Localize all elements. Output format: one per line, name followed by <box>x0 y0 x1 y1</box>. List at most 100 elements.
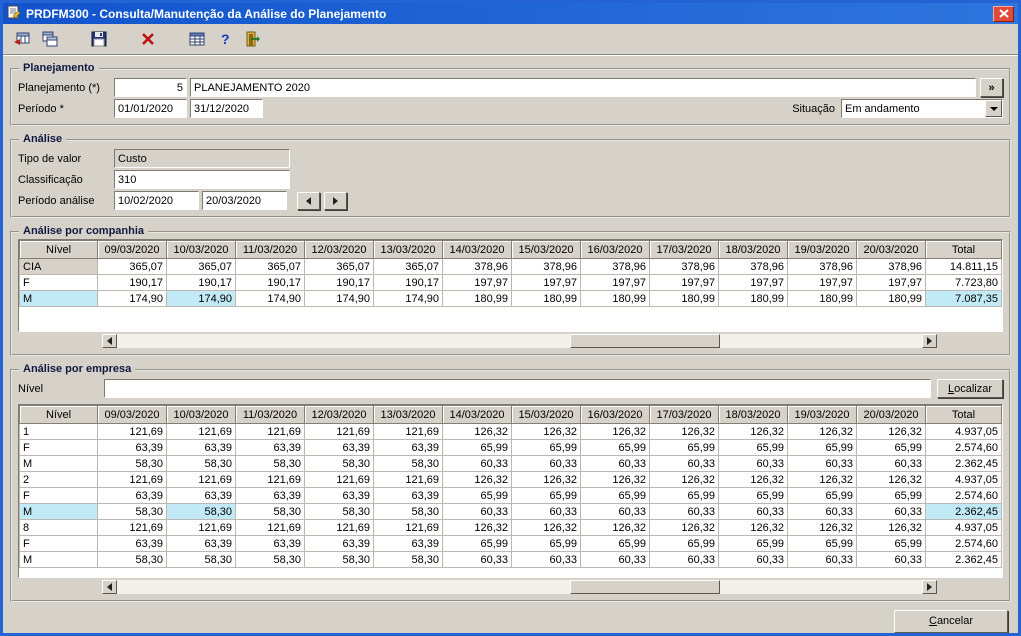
table-row[interactable]: M 58,30 58,30 58,30 58,30 58,30 60,33 60,33 60,3… <box>19 455 1002 472</box>
nivel-cell[interactable]: F <box>19 535 98 552</box>
total-cell[interactable]: 2.574,60 <box>925 535 1002 552</box>
nivel-cell[interactable]: CIA <box>19 258 98 275</box>
value-cell[interactable]: 197,97 <box>649 274 719 291</box>
value-cell[interactable]: 180,99 <box>649 290 719 307</box>
column-header[interactable]: 13/03/2020 <box>373 240 443 259</box>
value-cell[interactable]: 174,90 <box>166 290 236 307</box>
value-cell[interactable]: 60,33 <box>511 503 581 520</box>
value-cell[interactable]: 121,69 <box>373 519 443 536</box>
value-cell[interactable]: 180,99 <box>718 290 788 307</box>
value-cell[interactable]: 60,33 <box>787 503 857 520</box>
value-cell[interactable]: 378,96 <box>718 258 788 275</box>
value-cell[interactable]: 65,99 <box>442 535 512 552</box>
table-row[interactable]: M 58,30 58,30 58,30 58,30 58,30 60,33 60,33 60,3… <box>19 551 1002 568</box>
value-cell[interactable]: 65,99 <box>718 535 788 552</box>
copy-record-button[interactable] <box>37 27 62 52</box>
value-cell[interactable]: 60,33 <box>442 455 512 472</box>
grid-button[interactable] <box>184 27 209 52</box>
column-header[interactable]: 10/03/2020 <box>166 405 236 424</box>
value-cell[interactable]: 63,39 <box>166 535 236 552</box>
value-cell[interactable]: 65,99 <box>649 439 719 456</box>
companhia-grid[interactable]: Nível 09/03/2020 10/03/2020 11/03/2020 12/03… <box>18 239 1003 332</box>
planejamento-lookup-button[interactable]: » <box>980 78 1003 97</box>
scrollbar-thumb[interactable] <box>569 580 720 594</box>
value-cell[interactable]: 126,32 <box>856 519 926 536</box>
column-header[interactable]: 13/03/2020 <box>373 405 443 424</box>
nivel-cell[interactable]: F <box>19 487 98 504</box>
value-cell[interactable]: 58,30 <box>166 455 236 472</box>
value-cell[interactable]: 126,32 <box>511 519 581 536</box>
total-cell[interactable]: 14.811,15 <box>925 258 1002 275</box>
table-row[interactable]: M 58,30 58,30 58,30 58,30 58,30 60,33 60,33 60,3… <box>19 503 1002 520</box>
table-row[interactable]: CIA 365,07 365,07 365,07 365,07 365,07 378,96 3… <box>19 258 1002 275</box>
value-cell[interactable]: 60,33 <box>649 551 719 568</box>
value-cell[interactable]: 121,69 <box>166 519 236 536</box>
value-cell[interactable]: 121,69 <box>373 423 443 440</box>
value-cell[interactable]: 197,97 <box>511 274 581 291</box>
value-cell[interactable]: 60,33 <box>442 551 512 568</box>
value-cell[interactable]: 63,39 <box>97 535 167 552</box>
value-cell[interactable]: 65,99 <box>580 439 650 456</box>
value-cell[interactable]: 65,99 <box>580 535 650 552</box>
value-cell[interactable]: 63,39 <box>97 439 167 456</box>
value-cell[interactable]: 126,32 <box>580 519 650 536</box>
save-button[interactable] <box>86 27 111 52</box>
value-cell[interactable]: 65,99 <box>718 487 788 504</box>
value-cell[interactable]: 180,99 <box>787 290 857 307</box>
value-cell[interactable]: 58,30 <box>235 455 305 472</box>
column-header[interactable]: 17/03/2020 <box>649 240 719 259</box>
value-cell[interactable]: 378,96 <box>580 258 650 275</box>
value-cell[interactable]: 126,32 <box>718 423 788 440</box>
column-header[interactable]: 19/03/2020 <box>787 240 857 259</box>
value-cell[interactable]: 63,39 <box>235 535 305 552</box>
previous-period-button[interactable] <box>297 191 320 210</box>
total-cell[interactable]: 2.362,45 <box>925 551 1002 568</box>
value-cell[interactable]: 58,30 <box>97 503 167 520</box>
value-cell[interactable]: 60,33 <box>787 455 857 472</box>
value-cell[interactable]: 60,33 <box>718 503 788 520</box>
value-cell[interactable]: 63,39 <box>304 487 374 504</box>
value-cell[interactable]: 65,99 <box>787 535 857 552</box>
value-cell[interactable]: 58,30 <box>235 503 305 520</box>
column-header[interactable]: 12/03/2020 <box>304 405 374 424</box>
value-cell[interactable]: 58,30 <box>166 551 236 568</box>
value-cell[interactable]: 63,39 <box>97 487 167 504</box>
empresa-table[interactable]: Nível 09/03/2020 10/03/2020 11/03/2020 12/03… <box>19 405 1002 568</box>
column-header[interactable]: 18/03/2020 <box>718 240 788 259</box>
value-cell[interactable]: 378,96 <box>511 258 581 275</box>
nivel-cell[interactable]: 8 <box>19 519 98 536</box>
scrollbar-thumb[interactable] <box>569 334 720 348</box>
navigate-record-button[interactable] <box>9 27 34 52</box>
value-cell[interactable]: 121,69 <box>97 519 167 536</box>
value-cell[interactable]: 60,33 <box>856 455 926 472</box>
total-cell[interactable]: 2.362,45 <box>925 455 1002 472</box>
column-header[interactable]: Nível <box>19 240 98 259</box>
value-cell[interactable]: 65,99 <box>442 487 512 504</box>
value-cell[interactable]: 121,69 <box>166 423 236 440</box>
value-cell[interactable]: 365,07 <box>304 258 374 275</box>
planejamento-code-input[interactable] <box>114 78 187 97</box>
value-cell[interactable]: 58,30 <box>304 551 374 568</box>
column-header[interactable]: 15/03/2020 <box>511 240 581 259</box>
value-cell[interactable]: 126,32 <box>718 519 788 536</box>
value-cell[interactable]: 378,96 <box>649 258 719 275</box>
value-cell[interactable]: 121,69 <box>235 471 305 488</box>
total-cell[interactable]: 7.087,35 <box>925 290 1002 307</box>
periodo-analise-inicio-input[interactable] <box>114 191 199 210</box>
value-cell[interactable]: 190,17 <box>166 274 236 291</box>
total-cell[interactable]: 4.937,05 <box>925 519 1002 536</box>
value-cell[interactable]: 60,33 <box>511 455 581 472</box>
value-cell[interactable]: 65,99 <box>856 487 926 504</box>
value-cell[interactable]: 190,17 <box>235 274 305 291</box>
value-cell[interactable]: 126,32 <box>511 471 581 488</box>
value-cell[interactable]: 126,32 <box>718 471 788 488</box>
value-cell[interactable]: 58,30 <box>373 503 443 520</box>
column-header[interactable]: Nível <box>19 405 98 424</box>
value-cell[interactable]: 126,32 <box>856 423 926 440</box>
column-header[interactable]: 20/03/2020 <box>856 240 926 259</box>
next-period-button[interactable] <box>324 191 347 210</box>
value-cell[interactable]: 121,69 <box>373 471 443 488</box>
value-cell[interactable]: 63,39 <box>166 487 236 504</box>
value-cell[interactable]: 197,97 <box>787 274 857 291</box>
close-button[interactable] <box>993 5 1014 22</box>
